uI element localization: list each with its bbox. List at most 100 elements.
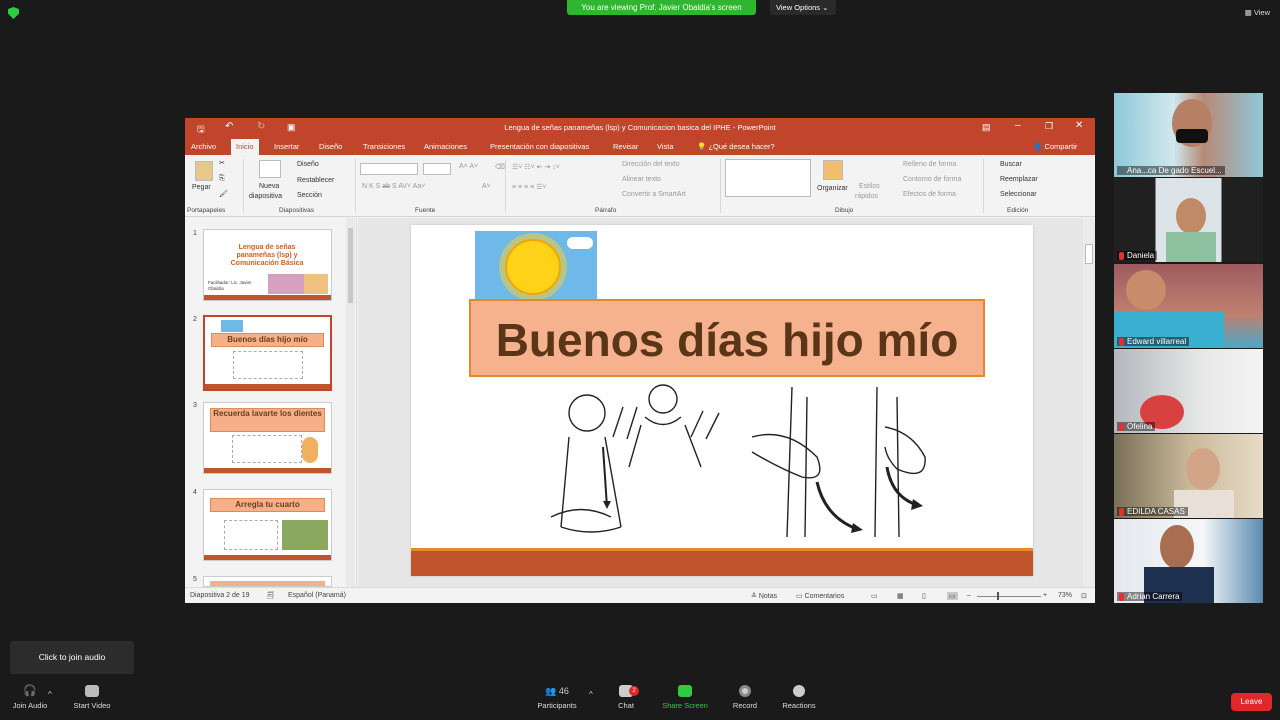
minimize-icon[interactable]: – (1015, 120, 1021, 131)
grow-font-icon[interactable]: A˄ A˅ (459, 163, 478, 170)
text-style-buttons[interactable]: N K S ab S AV˅ Aa˅ (362, 183, 425, 190)
record-button[interactable]: Record (727, 685, 763, 710)
muted-mic-icon (1119, 508, 1124, 516)
participant-video-5[interactable]: EDILDA CASAS (1114, 434, 1263, 518)
slideshow-icon[interactable]: ▭ (947, 592, 958, 600)
redo-icon[interactable]: ↻ (257, 121, 265, 132)
join-audio-button[interactable]: 🎧 Join Audio (8, 685, 52, 710)
shape-fill-button[interactable]: Relleno de forma (903, 161, 956, 168)
list-buttons[interactable]: ☰˅ ☷˅ ⇤ ⇥ ↕˅ (512, 163, 560, 171)
zoom-slider-thumb[interactable] (997, 592, 999, 600)
participant-video-3[interactable]: Edward villarreal (1114, 264, 1263, 348)
arrow-icon (603, 501, 611, 509)
slide-thumbnail-3[interactable]: Recuerda lavarte los dientes (203, 402, 332, 474)
security-shield-icon[interactable] (8, 7, 19, 19)
zoom-slider[interactable] (977, 596, 1041, 597)
format-painter-icon[interactable]: 🖌 (219, 190, 228, 198)
tab-diseno[interactable]: Diseño (319, 142, 342, 151)
tell-me-search[interactable]: 💡 ¿Qué desea hacer? (697, 142, 775, 151)
language-indicator[interactable]: Español (Panamá) (288, 592, 346, 599)
thumbnails-scroll-thumb[interactable] (348, 228, 353, 303)
new-slide-label-2[interactable]: diapositiva (249, 193, 282, 200)
chevron-up-icon[interactable]: ^ (589, 690, 593, 699)
current-slide[interactable]: Buenos días hijo mío (411, 225, 1033, 576)
participant-video-1[interactable]: Ana...ca De gado Escuel... (1114, 93, 1263, 177)
slide-title-box[interactable]: Buenos días hijo mío (469, 299, 985, 377)
align-buttons[interactable]: ≡ ≡ ≡ ≡ ☰˅ (512, 183, 546, 191)
paste-label[interactable]: Pegar (192, 184, 211, 191)
restore-icon[interactable]: ❐ (1045, 121, 1053, 132)
clear-format-icon[interactable]: ⌫ (495, 163, 505, 171)
share-screen-button[interactable]: Share Screen (660, 685, 710, 710)
view-options-button[interactable]: View Options ⌄ (770, 0, 836, 15)
section-button[interactable]: Sección (297, 192, 322, 199)
shape-effects-button[interactable]: Efectos de forma (903, 191, 956, 198)
fit-to-window-icon[interactable]: ⊡ (1081, 592, 1087, 600)
chevron-up-icon[interactable]: ^ (48, 690, 52, 699)
tab-presentacion[interactable]: Presentación con diapositivas (490, 142, 589, 151)
reading-view-icon[interactable]: ▯ (922, 592, 926, 600)
close-icon[interactable]: ✕ (1075, 120, 1083, 131)
normal-view-icon[interactable]: ▭ (871, 592, 878, 600)
find-button[interactable]: Buscar (1000, 161, 1022, 168)
font-name-field[interactable] (360, 163, 418, 175)
arrange-button[interactable]: Organizar (817, 185, 848, 192)
convert-smartart-button[interactable]: Convertir a SmartArt (622, 191, 686, 198)
ribbon-display-icon[interactable]: ▤ (982, 122, 991, 133)
reset-button[interactable]: Restablecer (297, 177, 334, 184)
notes-button[interactable]: ≙ Notas (751, 592, 777, 600)
leave-button[interactable]: Leave (1231, 693, 1272, 711)
reactions-button[interactable]: Reactions (778, 685, 820, 710)
slide-vertical-scrollbar[interactable] (1083, 218, 1095, 587)
font-color-icon[interactable]: A˅ (482, 183, 491, 190)
start-presentation-icon[interactable]: ▣ (287, 122, 296, 133)
layout-button[interactable]: Diseño (297, 161, 319, 168)
text-direction-button[interactable]: Dirección del texto (622, 161, 680, 168)
shape-outline-button[interactable]: Contorno de forma (903, 176, 961, 183)
join-audio-tooltip: Click to join audio (10, 641, 134, 674)
slide-thumbnail-1[interactable]: Lengua de señas panameñas (lsp) y Comuni… (203, 229, 332, 301)
tab-insertar[interactable]: Insertar (274, 142, 299, 151)
participant-video-6[interactable]: Adrian Carrera (1114, 519, 1263, 603)
undo-icon[interactable]: ↶ (225, 121, 233, 132)
tab-animaciones[interactable]: Animaciones (424, 142, 467, 151)
share-button[interactable]: 👤 Compartir (1033, 142, 1077, 151)
new-slide-icon[interactable] (259, 160, 281, 178)
comments-button[interactable]: ▭ Comentarios (796, 592, 844, 600)
cut-icon[interactable]: ✂ (219, 159, 225, 167)
slide-thumbnail-5[interactable] (203, 576, 332, 587)
spellcheck-icon[interactable]: 🗐 (267, 592, 274, 603)
scroll-thumb[interactable] (1085, 244, 1093, 264)
tab-archivo[interactable]: Archivo (191, 142, 216, 151)
start-video-button[interactable]: Start Video (70, 685, 114, 710)
copy-icon[interactable]: ⎘ (219, 175, 225, 183)
slide-sorter-icon[interactable]: ▦ (897, 592, 904, 600)
align-text-button[interactable]: Alinear texto (622, 176, 661, 183)
new-slide-label-1[interactable]: Nueva (259, 183, 279, 190)
tab-inicio[interactable]: Inicio (231, 139, 259, 155)
participant-name-text: Daniela (1127, 251, 1155, 260)
tab-revisar[interactable]: Revisar (613, 142, 638, 151)
thumb-subtitle: Facilitador: Lic. Javier Obaldía (208, 280, 252, 291)
slide-thumbnail-2[interactable]: Buenos días hijo mío (203, 315, 332, 391)
shapes-gallery[interactable] (725, 159, 811, 197)
zoom-out-icon[interactable]: – (967, 592, 971, 599)
tab-vista[interactable]: Vista (657, 142, 674, 151)
save-icon[interactable]: 🖫 (197, 122, 205, 138)
zoom-level[interactable]: 73% (1058, 592, 1072, 599)
zoom-in-icon[interactable]: + (1043, 592, 1047, 599)
participant-video-4[interactable]: Ofelina (1114, 349, 1263, 433)
font-size-field[interactable] (423, 163, 451, 175)
paste-icon[interactable] (195, 161, 213, 181)
select-button[interactable]: Seleccionar (1000, 191, 1037, 198)
slide-thumbnail-4[interactable]: Arregla tu cuarto (203, 489, 332, 561)
participants-button[interactable]: 👥 46 Participants (533, 685, 581, 710)
view-button[interactable]: ▦ View (1245, 8, 1270, 17)
share-label: Compartir (1044, 142, 1078, 151)
tab-transiciones[interactable]: Transiciones (363, 142, 405, 151)
quick-styles-label-1[interactable]: Estilos (859, 183, 880, 190)
replace-button[interactable]: Reemplazar (1000, 176, 1038, 183)
arrange-icon[interactable] (823, 160, 843, 180)
quick-styles-label-2[interactable]: rápidos (855, 193, 878, 200)
participant-video-2[interactable]: Daniela (1114, 178, 1263, 262)
